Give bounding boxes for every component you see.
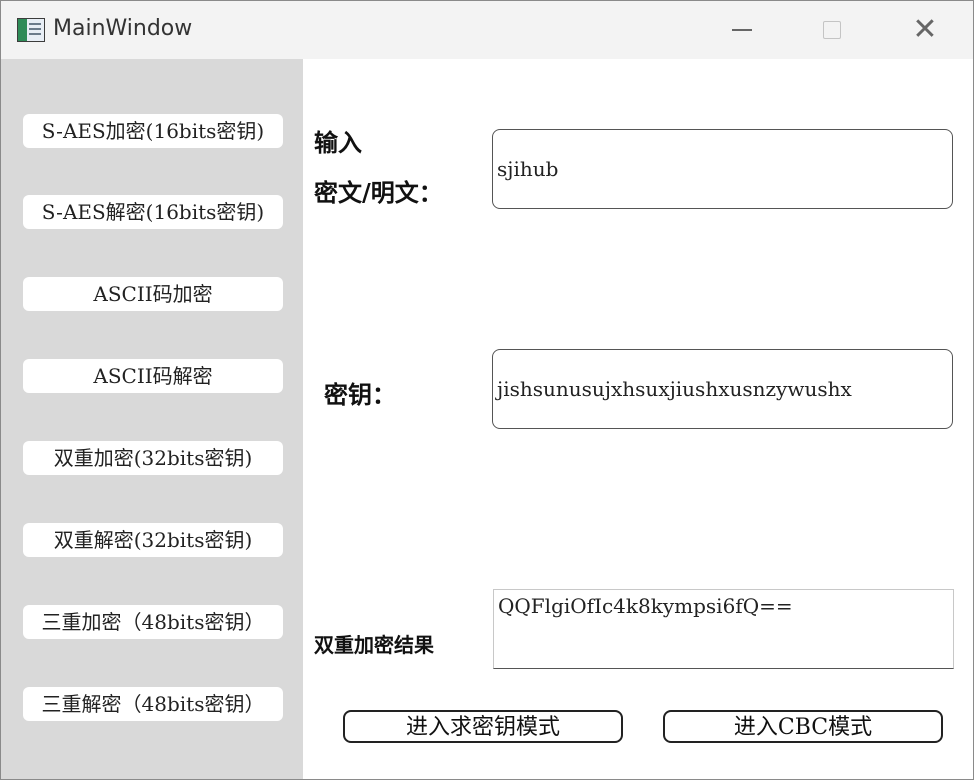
input-label-line1: 输入	[314, 128, 362, 157]
text-input-field[interactable]: sjihub	[492, 129, 953, 209]
key-input-value: jishsunusujxhsuxjiushxusnzywushx	[497, 377, 852, 401]
sidebar-item-ascii-decrypt[interactable]: ASCII码解密	[23, 359, 283, 393]
title-bar: MainWindow ✕	[1, 1, 973, 59]
close-button[interactable]: ✕	[905, 13, 945, 47]
maximize-icon	[823, 21, 841, 39]
key-input-field[interactable]: jishsunusujxhsuxjiushxusnzywushx	[492, 349, 953, 429]
sidebar-item-ascii-encrypt[interactable]: ASCII码加密	[23, 277, 283, 311]
main-panel: 输入 密文/明文： sjihub 密钥： jishsunusujxhsuxjiu…	[303, 59, 973, 779]
cbc-mode-button[interactable]: 进入CBC模式	[663, 710, 943, 743]
input-label-line2: 密文/明文：	[314, 178, 443, 207]
sidebar-item-triple-decrypt[interactable]: 三重解密（48bits密钥）	[23, 687, 283, 721]
sidebar-item-double-decrypt[interactable]: 双重解密(32bits密钥)	[23, 523, 283, 557]
app-window-icon	[17, 18, 45, 42]
minimize-icon	[732, 29, 752, 31]
key-label: 密钥：	[324, 380, 396, 409]
sidebar-item-saes-decrypt[interactable]: S-AES解密(16bits密钥)	[23, 195, 283, 229]
result-label: 双重加密结果	[314, 633, 434, 657]
window-title: MainWindow	[53, 16, 193, 41]
sidebar-item-triple-encrypt[interactable]: 三重加密（48bits密钥）	[23, 605, 283, 639]
result-output-field[interactable]: QQFlgiOfIc4k8kympsi6fQ==	[493, 589, 954, 669]
result-output-value: QQFlgiOfIc4k8kympsi6fQ==	[498, 594, 793, 618]
close-icon: ✕	[912, 12, 938, 47]
sidebar: S-AES加密(16bits密钥) S-AES解密(16bits密钥) ASCI…	[1, 59, 303, 779]
sidebar-item-double-encrypt[interactable]: 双重加密(32bits密钥)	[23, 441, 283, 475]
main-window: MainWindow ✕ S-AES加密(16bits密钥) S-AES解密(1…	[0, 0, 974, 780]
minimize-button[interactable]	[722, 13, 762, 47]
sidebar-item-saes-encrypt[interactable]: S-AES加密(16bits密钥)	[23, 114, 283, 148]
maximize-button[interactable]	[812, 13, 852, 47]
key-mode-button[interactable]: 进入求密钥模式	[343, 710, 623, 743]
text-input-value: sjihub	[497, 157, 559, 181]
